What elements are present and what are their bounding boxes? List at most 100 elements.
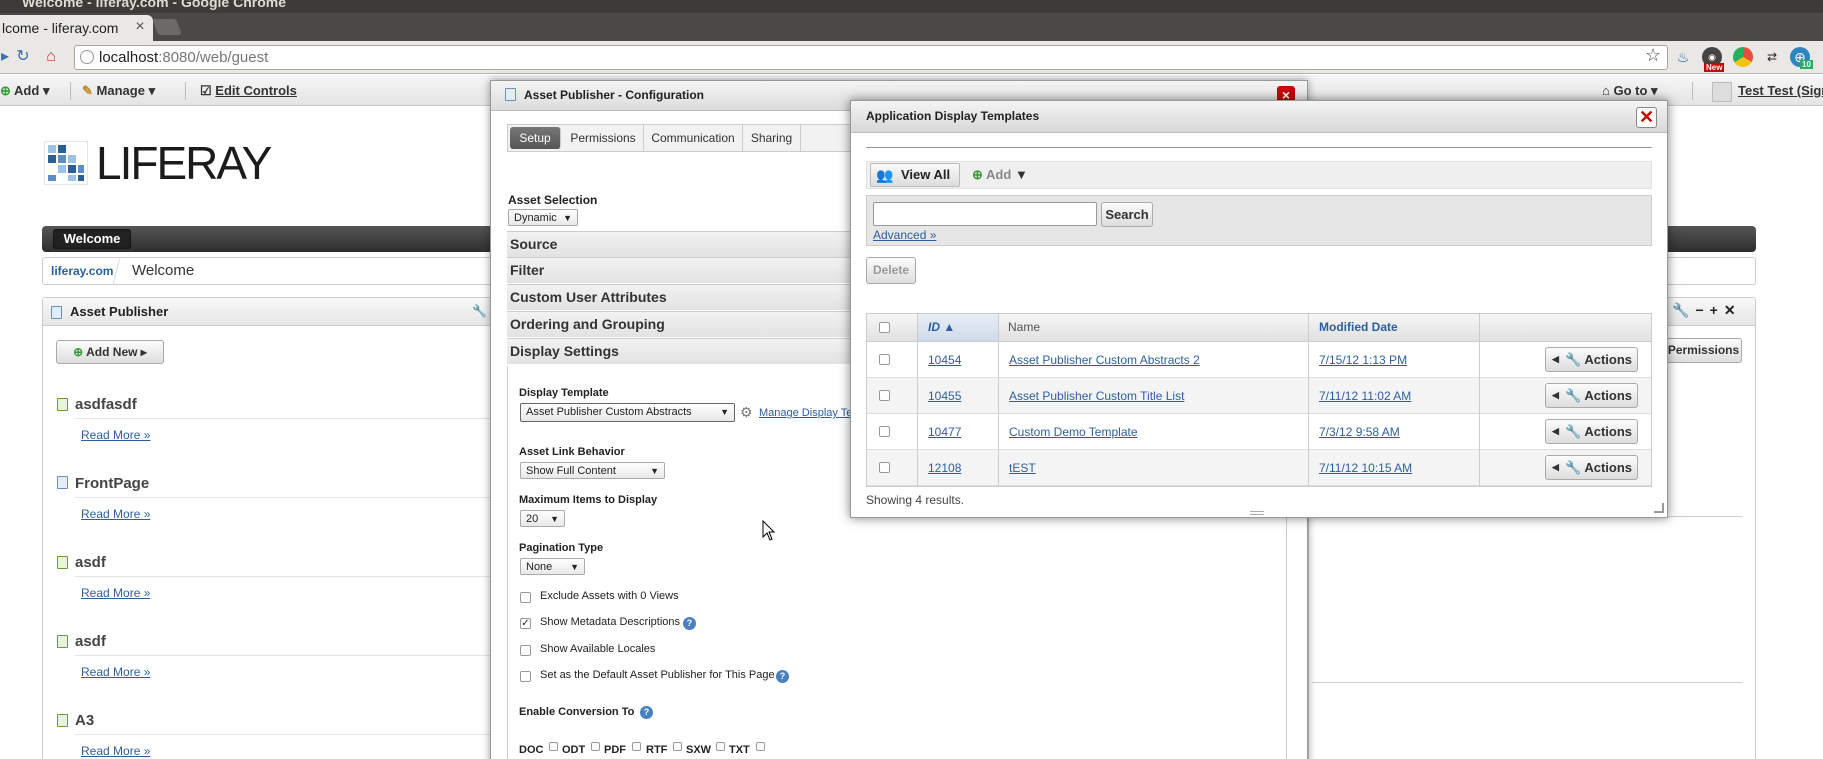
extension-new-badge: New (1704, 63, 1725, 72)
row-modified-link[interactable]: 7/15/12 1:13 PM (1319, 342, 1407, 378)
asset-selection-label: Asset Selection (508, 193, 598, 207)
pagination-type-select[interactable]: None ▼ (520, 558, 585, 575)
row-name-link[interactable]: Custom Demo Template (1009, 414, 1138, 450)
entry-title[interactable]: asdf (75, 633, 106, 651)
tab-close-icon[interactable]: × (133, 17, 147, 37)
page-info-icon[interactable] (80, 50, 94, 64)
tab-communication[interactable]: Communication (644, 125, 743, 151)
default-asset-publisher-label: Set as the Default Asset Publisher for T… (540, 669, 775, 681)
dockbar-edit-controls[interactable]: ☑ Edit Controls (200, 81, 297, 101)
avatar[interactable] (1712, 82, 1732, 102)
row-checkbox[interactable] (879, 462, 890, 473)
format-pdf-checkbox[interactable] (632, 742, 641, 751)
row-name-link[interactable]: Asset Publisher Custom Title List (1009, 378, 1184, 414)
exclude-zero-views-checkbox[interactable] (520, 592, 531, 603)
add-menu-button[interactable]: ⊕ Add ▼ (972, 166, 1028, 184)
row-actions-button[interactable]: ◀ 🔧 Actions (1545, 419, 1638, 444)
row-id-link[interactable]: 12108 (928, 450, 961, 486)
format-doc-checkbox[interactable] (549, 742, 558, 751)
help-icon[interactable]: ? (640, 706, 653, 719)
display-template-select[interactable]: Asset Publisher Custom Abstracts ▼ (520, 403, 735, 422)
maximize-icon[interactable]: + (1710, 302, 1724, 318)
entry-title[interactable]: asdf (75, 554, 106, 572)
read-more-link[interactable]: Read More » (81, 744, 150, 758)
search-input[interactable] (873, 202, 1097, 226)
tab-sharing[interactable]: Sharing (743, 125, 801, 151)
row-name-link[interactable]: Asset Publisher Custom Abstracts 2 (1009, 342, 1200, 378)
row-checkbox[interactable] (879, 354, 890, 365)
resize-corner-icon[interactable] (1654, 503, 1664, 513)
asset-link-behavior-select[interactable]: Show Full Content ▼ (520, 462, 665, 479)
close-icon[interactable]: ✕ (1636, 107, 1657, 128)
row-id-link[interactable]: 10477 (928, 414, 961, 450)
extension-flame-icon[interactable]: ♨ (1673, 47, 1693, 67)
entry-divider (75, 734, 490, 735)
column-name[interactable]: Name (1000, 314, 1300, 342)
dockbar-user[interactable]: Test Test (Sign (1738, 81, 1823, 101)
read-more-link[interactable]: Read More » (81, 586, 150, 600)
row-id-link[interactable]: 10454 (928, 342, 961, 378)
format-odt-checkbox[interactable] (591, 742, 600, 751)
manage-display-templates-link[interactable]: Manage Display Te (759, 406, 852, 420)
search-button[interactable]: Search (1101, 202, 1153, 227)
row-actions-button[interactable]: ◀ 🔧 Actions (1545, 347, 1638, 372)
read-more-link[interactable]: Read More » (81, 507, 150, 521)
dropdown-arrow-icon: ▼ (550, 514, 559, 524)
nav-item-welcome[interactable]: Welcome (53, 229, 131, 249)
wrench-icon[interactable]: 🔧 (1672, 302, 1695, 318)
minimize-icon[interactable]: − (1695, 302, 1709, 318)
row-actions-button[interactable]: ◀ 🔧 Actions (1545, 383, 1638, 408)
entry-title[interactable]: asdfasdf (75, 396, 137, 414)
select-all-checkbox[interactable] (879, 322, 890, 333)
home-icon[interactable]: ⌂ (40, 46, 62, 68)
show-available-locales-checkbox[interactable] (520, 645, 531, 656)
bookmark-star-icon[interactable]: ☆ (1645, 45, 1661, 66)
tab-setup[interactable]: Setup (510, 127, 561, 149)
browser-tab[interactable]: lcome - liferay.com (0, 15, 153, 41)
row-name-link[interactable]: tEST (1009, 450, 1036, 486)
format-txt-checkbox[interactable] (756, 742, 765, 751)
asset-selection-select[interactable]: Dynamic ▼ (508, 209, 578, 226)
address-bar[interactable]: localhost:8080/web/guest (74, 45, 1668, 70)
row-actions-button[interactable]: ◀ 🔧 Actions (1545, 455, 1638, 480)
show-metadata-descriptions-checkbox[interactable]: ✓ (520, 618, 531, 629)
resize-handle-icon[interactable] (1250, 511, 1264, 515)
add-icon: ⊕ (972, 167, 983, 182)
column-modified-date[interactable]: Modified Date (1310, 314, 1480, 342)
add-new-button[interactable]: ⊕ Add New ▸ (56, 340, 164, 364)
row-modified-link[interactable]: 7/11/12 11:02 AM (1319, 378, 1411, 414)
advanced-search-link[interactable]: Advanced » (873, 228, 936, 242)
entry-divider (75, 576, 490, 577)
table-row (867, 450, 1651, 486)
help-icon[interactable]: ? (776, 670, 789, 683)
tab-permissions[interactable]: Permissions (563, 125, 644, 151)
max-items-select[interactable]: 20 ▼ (520, 510, 565, 527)
dockbar-add[interactable]: ⊕ Add ▾ (0, 81, 49, 101)
dockbar-manage[interactable]: ✎ Manage ▾ (82, 81, 155, 101)
breadcrumb-site[interactable]: liferay.com (51, 262, 113, 280)
row-modified-link[interactable]: 7/3/12 9:58 AM (1319, 414, 1400, 450)
row-checkbox[interactable] (879, 426, 890, 437)
wrench-icon[interactable]: 🔧 (472, 304, 487, 318)
default-asset-publisher-checkbox[interactable] (520, 671, 531, 682)
configuration-dialog-title: Asset Publisher - Configuration (524, 88, 705, 102)
read-more-link[interactable]: Read More » (81, 428, 150, 442)
format-sxw-checkbox[interactable] (716, 742, 725, 751)
row-modified-link[interactable]: 7/11/12 10:15 AM (1319, 450, 1412, 486)
entry-title[interactable]: FrontPage (75, 475, 149, 493)
entry-title[interactable]: A3 (75, 712, 94, 730)
read-more-link[interactable]: Read More » (81, 665, 150, 679)
extension-chrome-icon[interactable] (1733, 47, 1753, 67)
column-id[interactable]: ID ▲ (918, 314, 998, 342)
dockbar-goto[interactable]: ⌂ Go to ▾ (1602, 81, 1658, 101)
reload-icon[interactable]: ↻ (12, 46, 34, 68)
format-rtf-checkbox[interactable] (673, 742, 682, 751)
help-icon[interactable]: ? (683, 617, 696, 630)
extension-arrows-icon[interactable]: ⇄ (1762, 47, 1782, 67)
row-checkbox[interactable] (879, 390, 890, 401)
close-icon[interactable]: ✕ (1724, 302, 1742, 318)
permissions-button[interactable]: Permissions (1665, 338, 1742, 363)
delete-button[interactable]: Delete (866, 257, 916, 284)
portlet-controls[interactable]: 🔧−+✕ (1672, 302, 1742, 319)
row-id-link[interactable]: 10455 (928, 378, 961, 414)
